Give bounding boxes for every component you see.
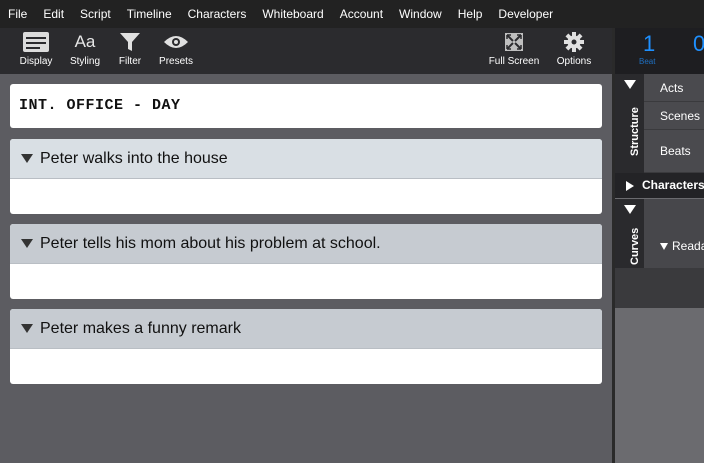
menu-script[interactable]: Script	[72, 0, 119, 28]
eye-icon	[163, 29, 189, 54]
collapse-triangle-icon[interactable]	[21, 324, 33, 333]
script-editor: INT. OFFICE - DAY Peter walks into the h…	[0, 74, 612, 463]
beat-header[interactable]: Peter makes a funny remark	[10, 309, 602, 349]
second-count: 0	[693, 31, 704, 56]
styling-label: Styling	[69, 56, 100, 67]
collapse-triangle-icon[interactable]	[21, 154, 33, 163]
scene-heading[interactable]: INT. OFFICE - DAY	[10, 84, 602, 128]
readability-item[interactable]: Reada	[660, 239, 704, 253]
characters-label: Characters	[642, 178, 704, 192]
funnel-icon	[119, 29, 141, 54]
beat-card[interactable]: Peter walks into the house	[10, 139, 602, 214]
menu-file[interactable]: File	[0, 0, 35, 28]
menu-bar: File Edit Script Timeline Characters Whi…	[0, 0, 704, 28]
filter-label: Filter	[118, 56, 142, 67]
collapse-triangle-icon[interactable]	[624, 205, 636, 214]
beat-card[interactable]: Peter makes a funny remark	[10, 309, 602, 384]
panel-footer	[615, 268, 704, 308]
characters-section-header[interactable]: Characters	[615, 173, 704, 198]
stats-header: 1 0 Beat	[615, 28, 704, 74]
filter-button[interactable]: Filter	[114, 28, 146, 74]
fullscreen-icon	[504, 29, 524, 54]
menu-developer[interactable]: Developer	[490, 0, 561, 28]
styling-button[interactable]: Aa Styling	[66, 28, 104, 74]
curves-body	[644, 199, 704, 268]
fullscreen-label: Full Screen	[488, 56, 540, 67]
beat-title: Peter tells his mom about his problem at…	[40, 234, 381, 252]
structure-row-acts[interactable]: Acts	[644, 74, 704, 102]
display-icon	[22, 29, 50, 54]
menu-edit[interactable]: Edit	[35, 0, 72, 28]
beat-card[interactable]: Peter tells his mom about his problem at…	[10, 224, 602, 299]
readability-label: Reada	[672, 239, 704, 253]
right-panel: 1 0 Beat Structure Acts Scenes Beats Cha…	[615, 28, 704, 463]
gear-icon	[563, 29, 585, 54]
presets-button[interactable]: Presets	[156, 28, 196, 74]
beat-header[interactable]: Peter tells his mom about his problem at…	[10, 224, 602, 264]
options-button[interactable]: Options	[553, 28, 595, 74]
collapse-triangle-icon[interactable]	[624, 80, 636, 89]
curves-section: Curves Reada	[615, 199, 704, 268]
menu-window[interactable]: Window	[391, 0, 450, 28]
toolbar: Display Aa Styling Filter Presets Full S…	[0, 28, 612, 74]
menu-characters[interactable]: Characters	[180, 0, 255, 28]
collapse-triangle-icon	[660, 243, 668, 250]
structure-section: Structure Acts Scenes Beats	[615, 74, 704, 173]
curves-tab-label: Curves	[629, 227, 641, 265]
structure-row-beats[interactable]: Beats	[644, 130, 704, 173]
menu-timeline[interactable]: Timeline	[119, 0, 180, 28]
beat-count: 1	[643, 31, 656, 56]
beat-count-label: Beat	[639, 57, 656, 66]
styling-icon: Aa	[74, 31, 96, 51]
options-label: Options	[556, 56, 592, 67]
structure-tab-label: Structure	[629, 107, 641, 156]
display-button[interactable]: Display	[14, 28, 58, 74]
structure-row-scenes[interactable]: Scenes	[644, 102, 704, 130]
menu-help[interactable]: Help	[450, 0, 491, 28]
display-label: Display	[19, 56, 53, 67]
beat-title: Peter makes a funny remark	[40, 319, 241, 337]
curves-tab[interactable]: Curves	[615, 199, 644, 268]
beat-title: Peter walks into the house	[40, 149, 228, 167]
structure-tab[interactable]: Structure	[615, 74, 644, 173]
menu-account[interactable]: Account	[332, 0, 391, 28]
presets-label: Presets	[159, 56, 193, 67]
menu-whiteboard[interactable]: Whiteboard	[254, 0, 331, 28]
beat-header[interactable]: Peter walks into the house	[10, 139, 602, 179]
expand-triangle-icon[interactable]	[626, 181, 634, 191]
fullscreen-button[interactable]: Full Screen	[486, 28, 542, 74]
collapse-triangle-icon[interactable]	[21, 239, 33, 248]
